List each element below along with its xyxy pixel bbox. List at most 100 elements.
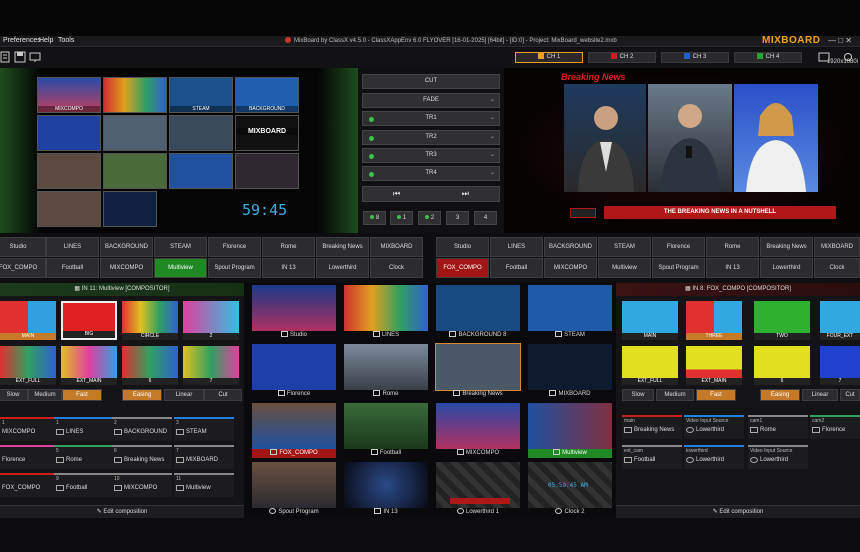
source-button-lines[interactable]: LINES [46,237,99,257]
layout-four-ext[interactable]: FOUR_EXT [820,301,860,340]
program-source-lines[interactable]: LINES [490,237,543,257]
program-source-studio[interactable]: Studio [436,237,489,257]
media-item-background[interactable]: BACKGROUND 8 [432,283,524,341]
source-button-mixboard[interactable]: MIXBOARD [370,237,423,257]
file-icon[interactable] [0,51,12,63]
source-button-in13[interactable]: IN 13 [262,258,315,278]
program-source-football[interactable]: Football [490,258,543,278]
program-monitor[interactable]: Breaking News THE BREAKING NEWS IN A NUT… [504,68,860,233]
layer-slot[interactable]: cam1 Rome [748,415,808,439]
cut-button[interactable]: CUT [362,74,500,89]
program-source-florence[interactable]: Florence [652,237,705,257]
source-button-clock[interactable]: Clock [370,258,423,278]
media-item-studio[interactable]: Studio [248,283,340,341]
layer-slot[interactable]: 11 Multiview [174,473,234,497]
layout-main[interactable]: MAIN [622,301,678,340]
program-source-spout-program[interactable]: Spout Program [652,258,705,278]
layout-7[interactable]: 7 [183,346,239,385]
easing-fast-button[interactable]: Fast [696,389,736,401]
tr2-button[interactable]: TR2 ⌄ [362,130,500,145]
layer-slot[interactable]: 3 STEAM [174,417,234,441]
trans-num-button[interactable]: 3 [446,211,469,225]
trans-num-button[interactable]: 8 [363,211,386,225]
source-button-background[interactable]: BACKGROUND [100,237,153,257]
media-item-lowerthird[interactable]: Lowerthird 1 [432,460,524,518]
easing-linear-button[interactable]: Linear [164,389,204,401]
program-source-clock[interactable]: Clock [814,258,860,278]
layer-slot[interactable]: 6 Breaking News [112,445,172,469]
layout-ext-main[interactable]: EXT_MAIN [61,346,117,385]
trans-num-button[interactable]: 1 [390,211,413,225]
media-item-steam[interactable]: STEAM [524,283,616,341]
channel-3-button[interactable]: CH 3 [661,52,729,63]
layer-slot[interactable]: Florence [0,445,60,469]
easing-toggle-button[interactable]: Easing [760,389,800,401]
program-source-mixboard[interactable]: MIXBOARD [814,237,860,257]
layer-slot[interactable]: 5 Rome [54,445,114,469]
layer-slot[interactable]: main Breaking News [622,415,682,439]
layer-slot[interactable]: 9 Football [54,473,114,497]
media-item-lines[interactable]: LINES [340,283,432,341]
skip-back-icon[interactable]: ⏮ [393,187,400,200]
easing-slow-button[interactable]: Slow [0,389,28,401]
media-item-in13[interactable]: IN 13 [340,460,432,518]
edit-composition-button[interactable]: ✎ Edit composition [616,505,860,518]
media-item-breaking-news[interactable]: Breaking News [432,342,524,400]
tr4-button[interactable]: TR4 ⌄ [362,166,500,181]
program-source-rome[interactable]: Rome [706,237,759,257]
media-item-florence[interactable]: Florence [248,342,340,400]
source-button-fox-compo[interactable]: FOX_COMPO [0,258,46,278]
media-item-fox-compo[interactable]: FOX_COMPO [248,401,340,459]
source-button-spout-program[interactable]: Spout Program [208,258,261,278]
trans-num-button[interactable]: 4 [474,211,497,225]
menu-preferences[interactable]: Preferences [3,37,41,44]
layer-slot[interactable]: 1 MIXCOMPO [0,417,60,441]
layer-slot[interactable]: FOX_COMPO [0,473,60,497]
media-item-mixcompo[interactable]: MIXCOMPO [432,401,524,459]
program-source-background[interactable]: BACKGROUND [544,237,597,257]
layer-slot[interactable]: cam2 Florence [810,415,860,439]
source-button-rome[interactable]: Rome [262,237,315,257]
save-icon[interactable] [14,51,26,63]
easing-medium-button[interactable]: Medium [28,389,62,401]
layout-main[interactable]: MAIN [0,301,56,340]
source-button-lowerthird[interactable]: Lowerthird [316,258,369,278]
window-controls[interactable]: — □ ✕ [828,36,852,45]
menu-help[interactable]: Help [39,37,53,44]
media-item-spout-program[interactable]: Spout Program [248,460,340,518]
layer-slot[interactable]: 2 BACKGROUND [112,417,172,441]
edit-composition-button[interactable]: ✎ Edit composition [0,505,244,518]
preview-monitor[interactable]: MIXCOMPO STEAM BACKGROUND MIXBOARD 59:45 [0,68,358,233]
program-source-lowerthird[interactable]: Lowerthird [760,258,813,278]
layout-big[interactable]: BIG [61,301,117,340]
program-source-fox-compo[interactable]: FOX_COMPO [436,258,489,278]
trans-num-button[interactable]: 2 [418,211,441,225]
layout-two[interactable]: TWO [754,301,810,340]
skip-forward-icon[interactable]: ⏭ [462,187,469,200]
program-source-steam[interactable]: STEAM [598,237,651,257]
layout-6[interactable]: 6 [754,346,810,385]
source-button-studio[interactable]: Studio [0,237,46,257]
layer-slot[interactable]: Video Input Source Lowerthird [684,415,744,439]
layout-three[interactable]: THREE [686,301,742,340]
layout-ext-full[interactable]: EXT_FULL [0,346,56,385]
source-button-breaking-news[interactable]: Breaking News [316,237,369,257]
source-button-florence[interactable]: Florence [208,237,261,257]
media-item-multiview[interactable]: Multiview [524,401,616,459]
layout-ext-main[interactable]: EXT_MAIN [686,346,742,385]
layer-slot[interactable]: 10 MIXCOMPO [112,473,172,497]
program-source-multiview[interactable]: Multiview [598,258,651,278]
channel-4-button[interactable]: CH 4 [734,52,802,63]
layer-slot[interactable]: Video Input Source Lowerthird [748,445,808,469]
easing-cut-button[interactable]: Cut [840,389,860,401]
fade-button[interactable]: FADE ⌄ [362,93,500,108]
tr3-button[interactable]: TR3 ⌄ [362,148,500,163]
layer-slot[interactable]: lowerthird Lowerthird [684,445,744,469]
media-item-clock[interactable]: 05:59:45 AM Clock 2 [524,460,616,518]
easing-fast-button[interactable]: Fast [62,389,102,401]
menu-tools[interactable]: Tools [58,37,74,44]
layout-ext-full[interactable]: EXT_FULL [622,346,678,385]
media-item-mixboard[interactable]: MIXBOARD [524,342,616,400]
channel-1-button[interactable]: CH 1 [515,52,583,63]
easing-cut-button[interactable]: Cut [204,389,242,401]
